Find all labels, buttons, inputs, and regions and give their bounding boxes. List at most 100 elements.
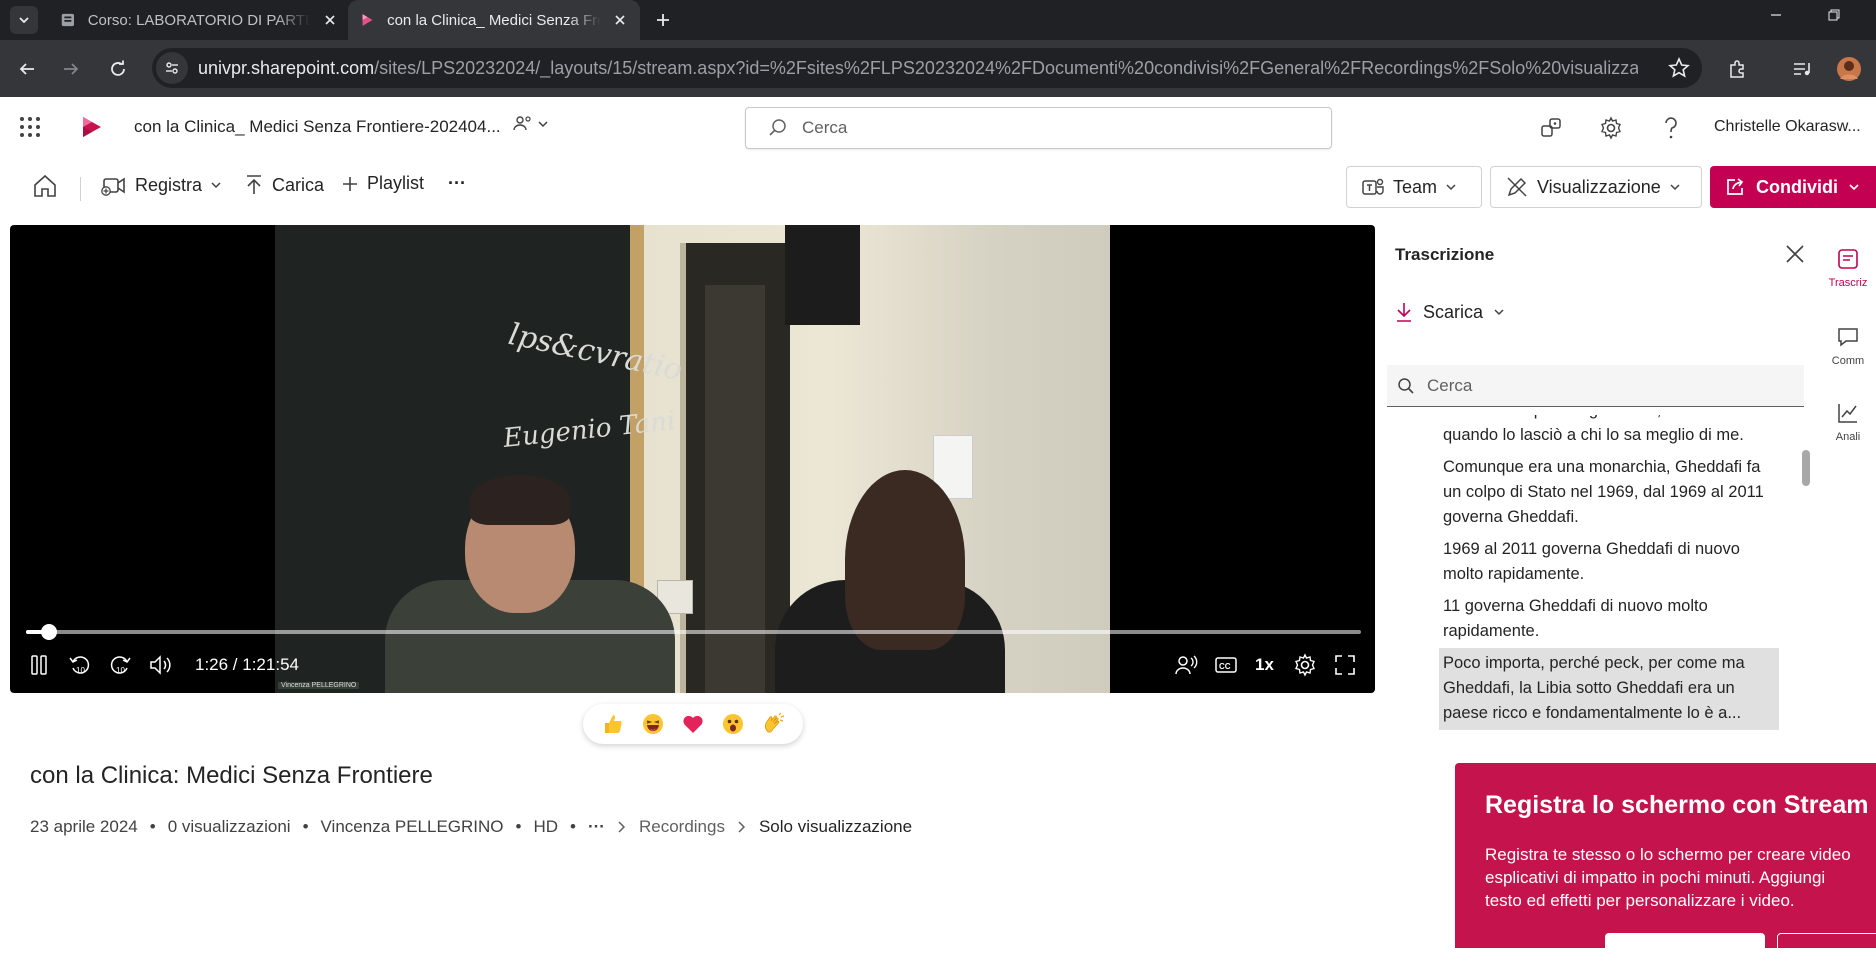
transcript-entry[interactable]: 1969 al 2011 governa Gheddafi di nuovo m… (1439, 534, 1779, 591)
more-icon: ··· (448, 173, 466, 193)
feedback-icon[interactable] (1538, 115, 1564, 141)
surprised-reaction-icon[interactable] (720, 711, 746, 737)
forward-button[interactable] (56, 54, 86, 84)
breadcrumb-current-folder[interactable]: Solo visualizzazione (759, 817, 912, 837)
browser-tab-course[interactable]: Corso: LABORATORIO DI PARTE (48, 0, 350, 40)
download-transcript-button[interactable]: Scarica (1395, 301, 1505, 323)
close-tab-icon[interactable] (322, 11, 338, 29)
tab-title: con la Clinica_ Medici Senza Frontiere-2… (387, 11, 601, 29)
rail-analytics-tab[interactable]: Anali (1820, 401, 1876, 443)
close-tab-icon[interactable] (613, 11, 628, 29)
video-player[interactable]: lps&cvratio Eugenio Tani Vincenza PELLEG… (10, 225, 1375, 693)
heart-reaction-icon[interactable] (680, 711, 706, 737)
video-owner[interactable]: Vincenza PELLEGRINO (321, 817, 504, 837)
promo-secondary-button[interactable] (1777, 933, 1876, 963)
url-host: univpr.sharepoint.com (198, 57, 375, 78)
chevron-down-icon (1849, 184, 1859, 191)
view-mode-button[interactable]: Visualizzazione (1490, 166, 1702, 208)
thumbs-up-reaction-icon[interactable] (600, 711, 626, 737)
playlist-button[interactable]: Playlist (341, 173, 424, 194)
transcript-search-input[interactable]: Cerca (1387, 365, 1804, 407)
participant-name-tag: Vincenza PELLEGRINO (278, 682, 360, 689)
transcript-entry[interactable]: È stata occupata dagli italiani, ma di c… (1439, 415, 1779, 452)
chevron-down-icon (19, 17, 29, 24)
search-icon (769, 119, 786, 136)
address-bar[interactable]: univpr.sharepoint.com/sites/LPS20232024/… (152, 48, 1702, 88)
user-name[interactable]: Christelle Okarasw... (1714, 118, 1861, 136)
player-settings-button[interactable] (1292, 652, 1318, 678)
promo-primary-button[interactable] (1605, 933, 1765, 963)
site-info-button[interactable] (156, 52, 188, 84)
team-label: Team (1393, 176, 1438, 197)
comment-icon (1838, 328, 1858, 347)
rewind-10-button[interactable]: 10 (67, 652, 93, 678)
record-button[interactable]: Registra (101, 173, 222, 197)
laugh-reaction-icon[interactable] (640, 711, 666, 737)
app-header: con la Clinica_ Medici Senza Frontiere-2… (0, 97, 1876, 157)
person-hair (470, 475, 570, 525)
home-button[interactable] (32, 173, 58, 199)
rail-analytics-label: Anali (1835, 431, 1861, 443)
analytics-icon (1838, 404, 1857, 423)
share-button[interactable]: Condividi (1710, 166, 1876, 208)
captions-button[interactable]: CC (1213, 652, 1239, 678)
chevron-down-icon (1446, 184, 1456, 191)
svg-text:CC: CC (1219, 662, 1231, 671)
tab-search-button[interactable] (10, 6, 38, 34)
settings-gear-icon[interactable] (1598, 115, 1624, 141)
app-launcher-icon[interactable] (18, 115, 42, 139)
minimize-window-button[interactable] (1752, 0, 1800, 30)
volume-button[interactable] (147, 652, 173, 678)
bookmark-star-icon[interactable] (1668, 57, 1690, 79)
breadcrumb-more-button[interactable]: ··· (588, 817, 605, 837)
share-label: Condividi (1756, 176, 1838, 197)
rail-transcript-label: Trascriz (1828, 277, 1868, 289)
site-settings-icon (166, 62, 178, 74)
chevron-down-icon (1494, 309, 1504, 316)
seek-bar[interactable] (26, 624, 1361, 640)
arrow-left-icon (19, 63, 34, 75)
transcript-entry[interactable]: Comunque era una monarchia, Gheddafi fa … (1439, 452, 1779, 534)
forward-10-button[interactable]: 10 (107, 652, 133, 678)
arrow-right-icon (64, 63, 79, 75)
forward-10-icon: 10 (110, 656, 131, 675)
team-button[interactable]: Team (1346, 166, 1482, 208)
media-controls-icon[interactable] (1788, 54, 1818, 84)
sharing-status-button[interactable] (513, 115, 549, 133)
stream-logo-icon[interactable] (80, 115, 104, 139)
upload-label: Carica (272, 174, 325, 195)
rewind-10-icon: 10 (69, 656, 90, 675)
transcript-title: Trascrizione (1395, 245, 1495, 264)
rail-transcript-tab[interactable]: Trascriz (1820, 247, 1876, 289)
people-icon (513, 116, 531, 131)
search-input[interactable]: Cerca (745, 107, 1332, 149)
transcript-entry-current[interactable]: Poco importa, perché peck, per come ma G… (1439, 648, 1779, 730)
applause-reaction-icon[interactable] (760, 711, 786, 737)
rail-comments-tab[interactable]: Comm (1820, 325, 1876, 367)
breadcrumb-recordings[interactable]: Recordings (639, 817, 725, 837)
command-bar: Registra Carica Playlist ··· Team Visual… (0, 157, 1876, 217)
browser-tab-stream[interactable]: con la Clinica_ Medici Senza Frontiere-2… (348, 0, 640, 40)
seek-thumb[interactable] (41, 624, 58, 640)
transcript-search-placeholder: Cerca (1427, 375, 1473, 395)
playback-speed-button[interactable]: 1x (1255, 655, 1274, 675)
restore-window-button[interactable] (1810, 0, 1858, 30)
pause-button[interactable] (26, 652, 52, 678)
plus-icon (343, 176, 357, 191)
transcript-entry[interactable]: 11 governa Gheddafi di nuovo molto rapid… (1439, 591, 1779, 648)
profile-avatar[interactable] (1834, 54, 1864, 84)
close-icon[interactable] (1783, 242, 1807, 266)
help-icon[interactable] (1658, 115, 1684, 141)
teams-icon (1362, 178, 1384, 195)
home-icon (34, 174, 56, 197)
back-button[interactable] (12, 54, 42, 84)
upload-button[interactable]: Carica (244, 173, 324, 197)
reload-button[interactable] (103, 54, 133, 84)
more-actions-button[interactable]: ··· (448, 173, 466, 194)
promo-title: Registra lo schermo con Stream (1485, 791, 1869, 819)
transcript-scrollbar[interactable] (1802, 450, 1810, 486)
extensions-icon[interactable] (1722, 54, 1752, 84)
fullscreen-button[interactable] (1332, 652, 1358, 678)
new-tab-button[interactable] (650, 7, 676, 33)
audio-description-button[interactable] (1173, 652, 1199, 678)
